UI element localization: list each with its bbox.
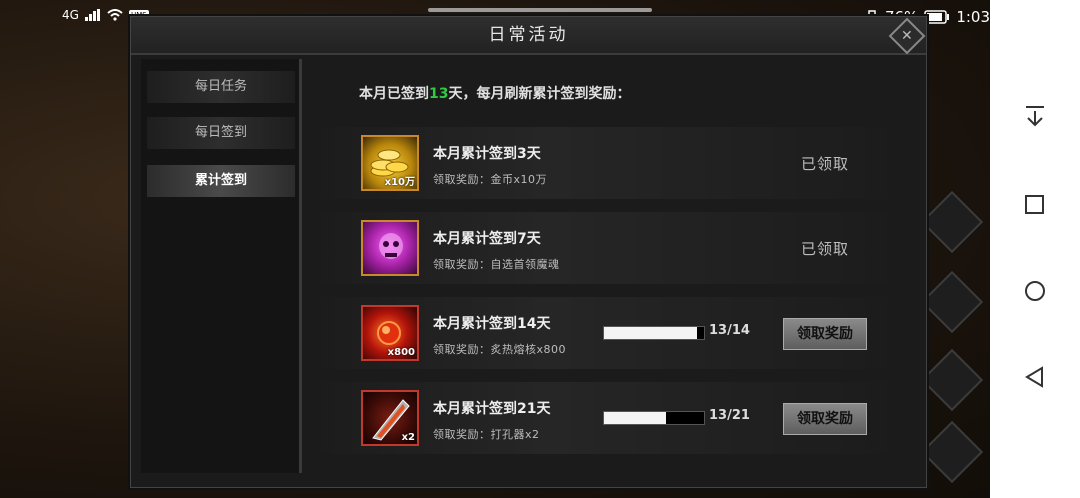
wifi-icon: [107, 9, 123, 21]
claimed-status: 已领取: [801, 155, 850, 173]
reward-qty: x800: [387, 347, 415, 358]
friends-diamond-icon: [920, 270, 984, 334]
android-nav-bar: [990, 0, 1080, 498]
reward-row: x10万 本月累计签到3天 领取奖励：金币x10万 已领取: [321, 127, 887, 199]
menu-diamond-icon: [920, 190, 984, 254]
sidebar: 每日任务 每日签到 累计签到: [141, 59, 302, 473]
drag-handle[interactable]: [428, 8, 652, 12]
content-panel: 本月已签到13天，每月刷新累计签到奖励： x10万 本月累计签到3天 领取奖励：…: [307, 59, 917, 473]
progress-text: 13/14: [709, 323, 750, 338]
reward-title: 本月累计签到21天: [433, 401, 551, 417]
fire-core-icon: x800: [361, 305, 419, 361]
home-button[interactable]: [1020, 276, 1050, 306]
claim-reward-button[interactable]: 领取奖励: [783, 318, 867, 350]
claimed-status: 已领取: [801, 240, 850, 258]
dialog-title: 日常活动: [131, 17, 926, 55]
sidebar-item-cumulative-signin[interactable]: 累计签到: [147, 165, 295, 197]
reward-row: x800 本月累计签到14天 领取奖励：炙热熔核x800 13/14 领取奖励: [321, 297, 887, 369]
sidebar-item-daily-signin[interactable]: 每日签到: [147, 117, 295, 149]
progress-bar: [603, 326, 705, 340]
daily-activity-dialog: 日常活动 ✕ 每日任务 每日签到 累计签到 本月已签到13天，每月刷新累计签到奖…: [130, 16, 927, 488]
signal-icon: [84, 9, 100, 21]
reward-desc: 领取奖励：打孔器x2: [433, 428, 540, 441]
reward-desc: 领取奖励：金币x10万: [433, 173, 548, 186]
signin-days: 13: [429, 86, 449, 102]
square-icon: [1025, 195, 1044, 214]
reward-row: x2 本月累计签到21天 领取奖励：打孔器x2 13/21 领取奖励: [321, 382, 887, 454]
notification-pull-button[interactable]: [1020, 102, 1050, 132]
recents-button[interactable]: [1020, 190, 1050, 220]
progress-fill: [604, 412, 666, 424]
drill-icon: x2: [361, 390, 419, 446]
progress-text: 13/21: [709, 408, 750, 423]
reward-title: 本月累计签到14天: [433, 316, 551, 332]
sidebar-item-daily-tasks[interactable]: 每日任务: [147, 71, 295, 103]
progress-bar: [603, 411, 705, 425]
close-icon: ✕: [901, 27, 913, 44]
gold-coins-icon: x10万: [361, 135, 419, 191]
progress-fill: [604, 327, 697, 339]
back-button[interactable]: [1020, 362, 1050, 392]
potion-diamond-icon: [920, 348, 984, 412]
reward-title: 本月累计签到7天: [433, 231, 541, 247]
pull-down-icon: [1026, 106, 1044, 127]
battery-icon: [924, 10, 950, 24]
reward-desc: 领取奖励：炙热熔核x800: [433, 343, 567, 356]
reward-desc: 领取奖励：自选首领魔魂: [433, 258, 560, 271]
list-diamond-icon: [920, 420, 984, 484]
reward-qty: x10万: [384, 177, 415, 188]
reward-row: 本月累计签到7天 领取奖励：自选首领魔魂 已领取: [321, 212, 887, 284]
circle-icon: [1025, 281, 1045, 301]
triangle-back-icon: [1025, 366, 1043, 388]
reward-title: 本月累计签到3天: [433, 146, 541, 162]
clock: 1:03: [956, 8, 990, 26]
signin-summary: 本月已签到13天，每月刷新累计签到奖励：: [359, 86, 631, 102]
network-label: 4G: [62, 8, 79, 22]
purple-skull-icon: [361, 220, 419, 276]
reward-qty: x2: [401, 432, 415, 443]
claim-reward-button[interactable]: 领取奖励: [783, 403, 867, 435]
